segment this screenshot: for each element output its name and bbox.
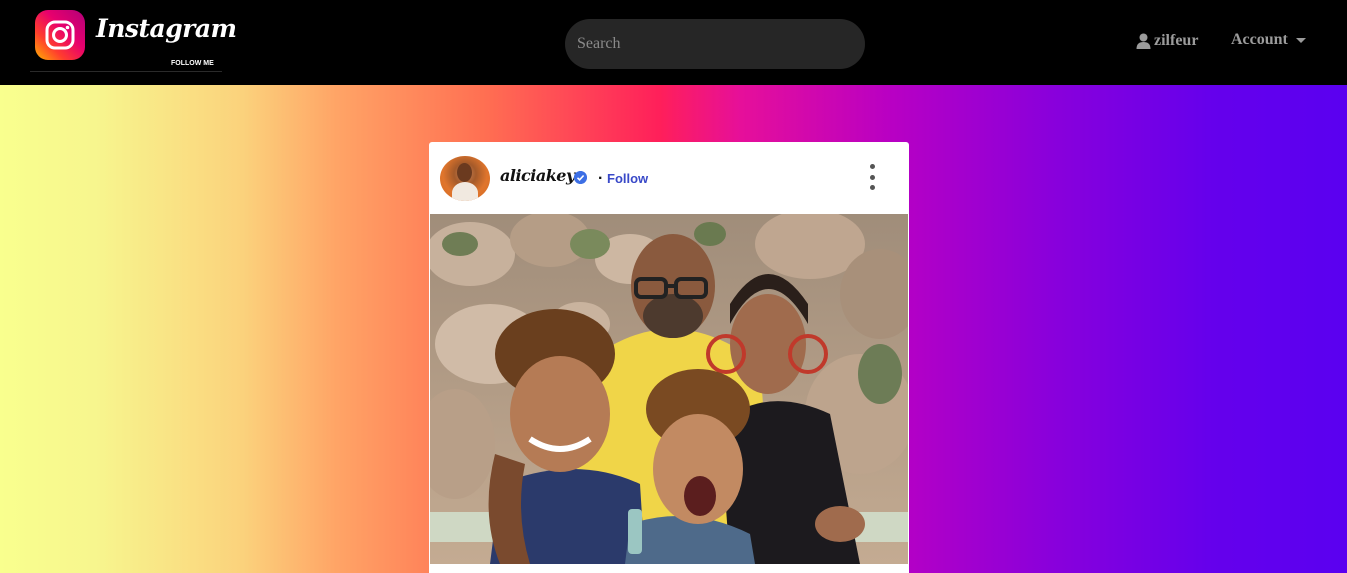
post-username[interactable]: aliciakeys — [500, 166, 584, 185]
user-icon — [1136, 33, 1151, 49]
user-name: zilfeur — [1154, 32, 1199, 49]
brand-logo[interactable]: Instagram FOLLOW ME — [30, 8, 237, 72]
more-dot — [869, 185, 875, 190]
verified-badge-icon — [574, 171, 587, 184]
post-card: aliciakeys . Follow — [429, 142, 909, 573]
more-dot — [869, 164, 875, 169]
account-dropdown[interactable]: Account — [1231, 30, 1306, 50]
caret-down-icon — [1295, 37, 1306, 43]
post-photo[interactable] — [430, 214, 908, 564]
user-profile-link[interactable]: zilfeur — [1136, 30, 1198, 52]
search-input[interactable] — [565, 19, 865, 69]
more-dot — [869, 174, 875, 180]
separator-dot: . — [598, 166, 603, 183]
more-vertical-icon[interactable] — [865, 164, 879, 190]
follow-button[interactable]: Follow — [607, 171, 648, 186]
top-navbar: Instagram FOLLOW ME zilfeur Account — [0, 0, 1347, 85]
brand-tagline: FOLLOW ME — [171, 60, 214, 67]
avatar-face — [457, 163, 472, 182]
avatar[interactable] — [440, 156, 490, 201]
post-photo-illustration — [430, 214, 908, 564]
avatar-body — [452, 182, 478, 201]
instagram-camera-icon — [35, 10, 85, 60]
account-label: Account — [1231, 31, 1288, 48]
brand-name: Instagram — [96, 14, 237, 43]
